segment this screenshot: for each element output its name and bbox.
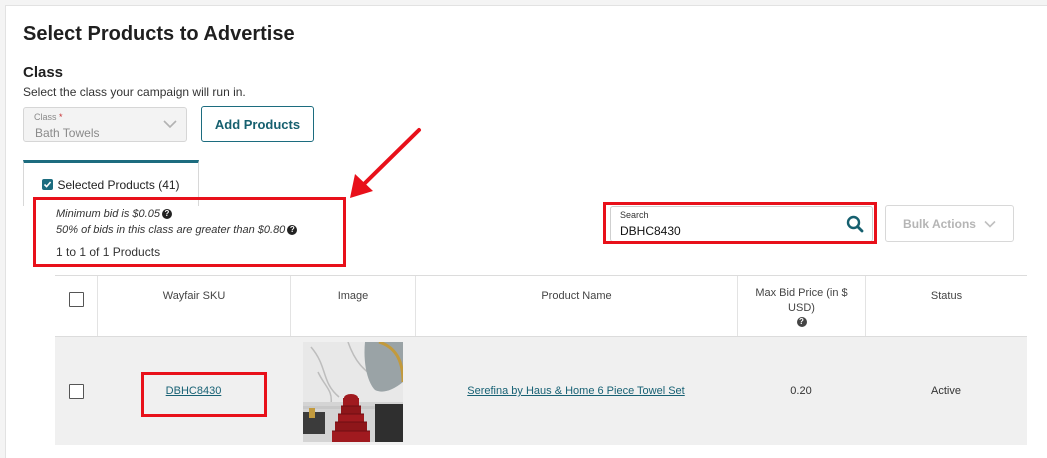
class-select[interactable]: Class * Bath Towels — [23, 107, 187, 142]
chevron-down-icon — [984, 220, 996, 228]
product-image[interactable] — [303, 342, 403, 442]
class-select-label: Class * — [34, 112, 63, 122]
header-wayfair-sku[interactable]: Wayfair SKU — [97, 276, 290, 336]
bulk-actions-label: Bulk Actions — [903, 216, 976, 231]
checkbox-checked-icon — [42, 179, 54, 190]
page-title: Select Products to Advertise — [23, 23, 295, 45]
row-checkbox[interactable] — [68, 383, 84, 399]
bulk-actions-button[interactable]: Bulk Actions — [885, 205, 1014, 242]
header-status[interactable]: Status — [865, 276, 1027, 336]
chevron-down-icon — [163, 120, 177, 129]
class-heading: Class — [23, 64, 64, 81]
max-bid-cell: 0.20 — [790, 385, 812, 397]
header-max-bid-label: Max Bid Price (in $ USD) — [755, 286, 848, 314]
select-all-cell — [55, 276, 97, 336]
header-max-bid[interactable]: Max Bid Price (in $ USD) ? — [737, 276, 865, 336]
tab-label: Selected Products (41) — [57, 177, 180, 192]
row-select-cell — [55, 337, 97, 445]
annotation-arrow-icon — [350, 128, 421, 198]
product-name-cell: Serefina by Haus & Home 6 Piece Towel Se… — [415, 337, 737, 445]
status-cell: Active — [931, 385, 961, 397]
table-header: Wayfair SKU Image Product Name Max Bid P… — [55, 275, 1027, 337]
header-image: Image — [290, 276, 415, 336]
class-description: Select the class your campaign will run … — [23, 85, 246, 99]
header-product-name[interactable]: Product Name — [415, 276, 737, 336]
highlight-box-search — [603, 202, 877, 244]
help-icon[interactable]: ? — [796, 316, 807, 327]
select-all-checkbox[interactable] — [68, 291, 84, 307]
add-products-button[interactable]: Add Products — [201, 106, 314, 142]
class-select-value: Bath Towels — [35, 126, 100, 140]
highlight-box-sku — [141, 372, 267, 417]
highlight-box-bid-info — [33, 197, 346, 267]
product-name-link[interactable]: Serefina by Haus & Home 6 Piece Towel Se… — [467, 385, 684, 397]
